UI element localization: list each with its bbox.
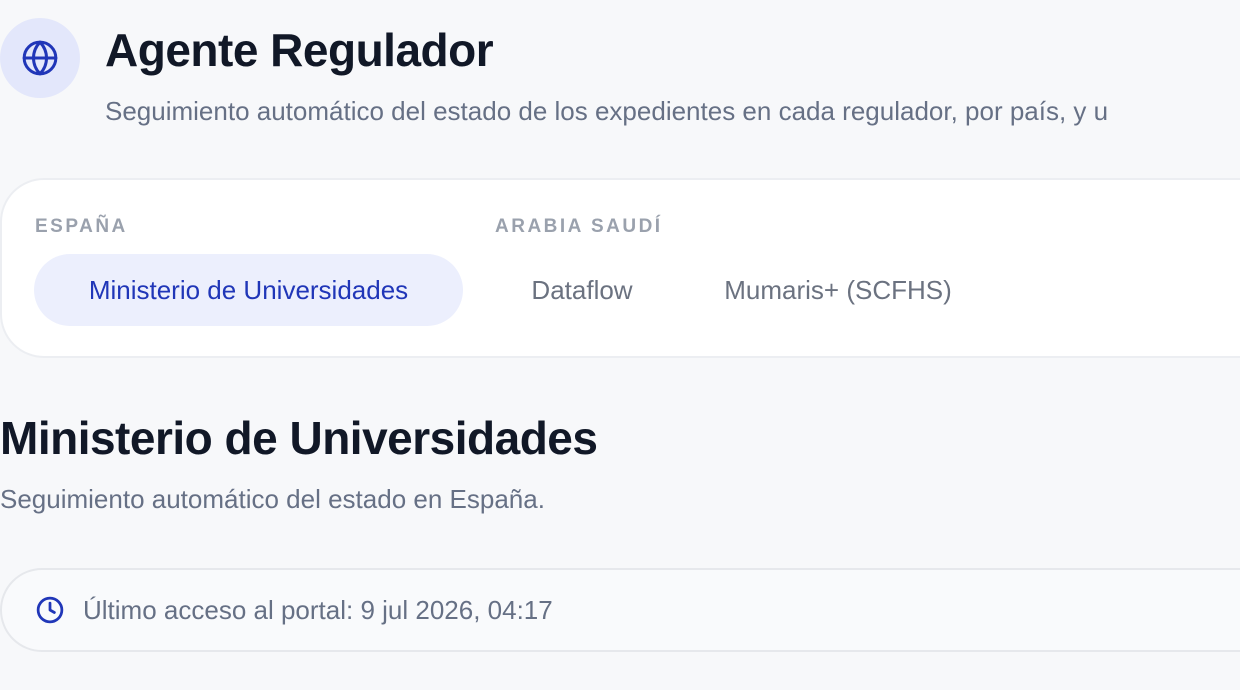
page: Agente Regulador Seguimiento automático … [0, 0, 1240, 690]
country-label-saudi-arabia: ARABIA SAUDÍ [495, 216, 663, 237]
app-subtitle: Seguimiento automático del estado de los… [105, 96, 1109, 126]
globe-icon [22, 40, 58, 76]
clock-icon [36, 596, 64, 624]
app-title: Agente Regulador [105, 24, 494, 76]
tab-mumaris-scfhs[interactable]: Mumaris+ (SCFHS) [684, 254, 992, 326]
section-subtitle: Seguimiento automático del estado en Esp… [0, 484, 545, 514]
tab-dataflow[interactable]: Dataflow [496, 254, 668, 326]
last-access-text: Último acceso al portal: 9 jul 2026, 04:… [83, 595, 553, 625]
tab-ministerio-de-universidades[interactable]: Ministerio de Universidades [34, 254, 463, 326]
country-label-spain: ESPAÑA [35, 216, 128, 237]
section-title: Ministerio de Universidades [0, 412, 598, 464]
globe-icon-badge [0, 18, 80, 98]
